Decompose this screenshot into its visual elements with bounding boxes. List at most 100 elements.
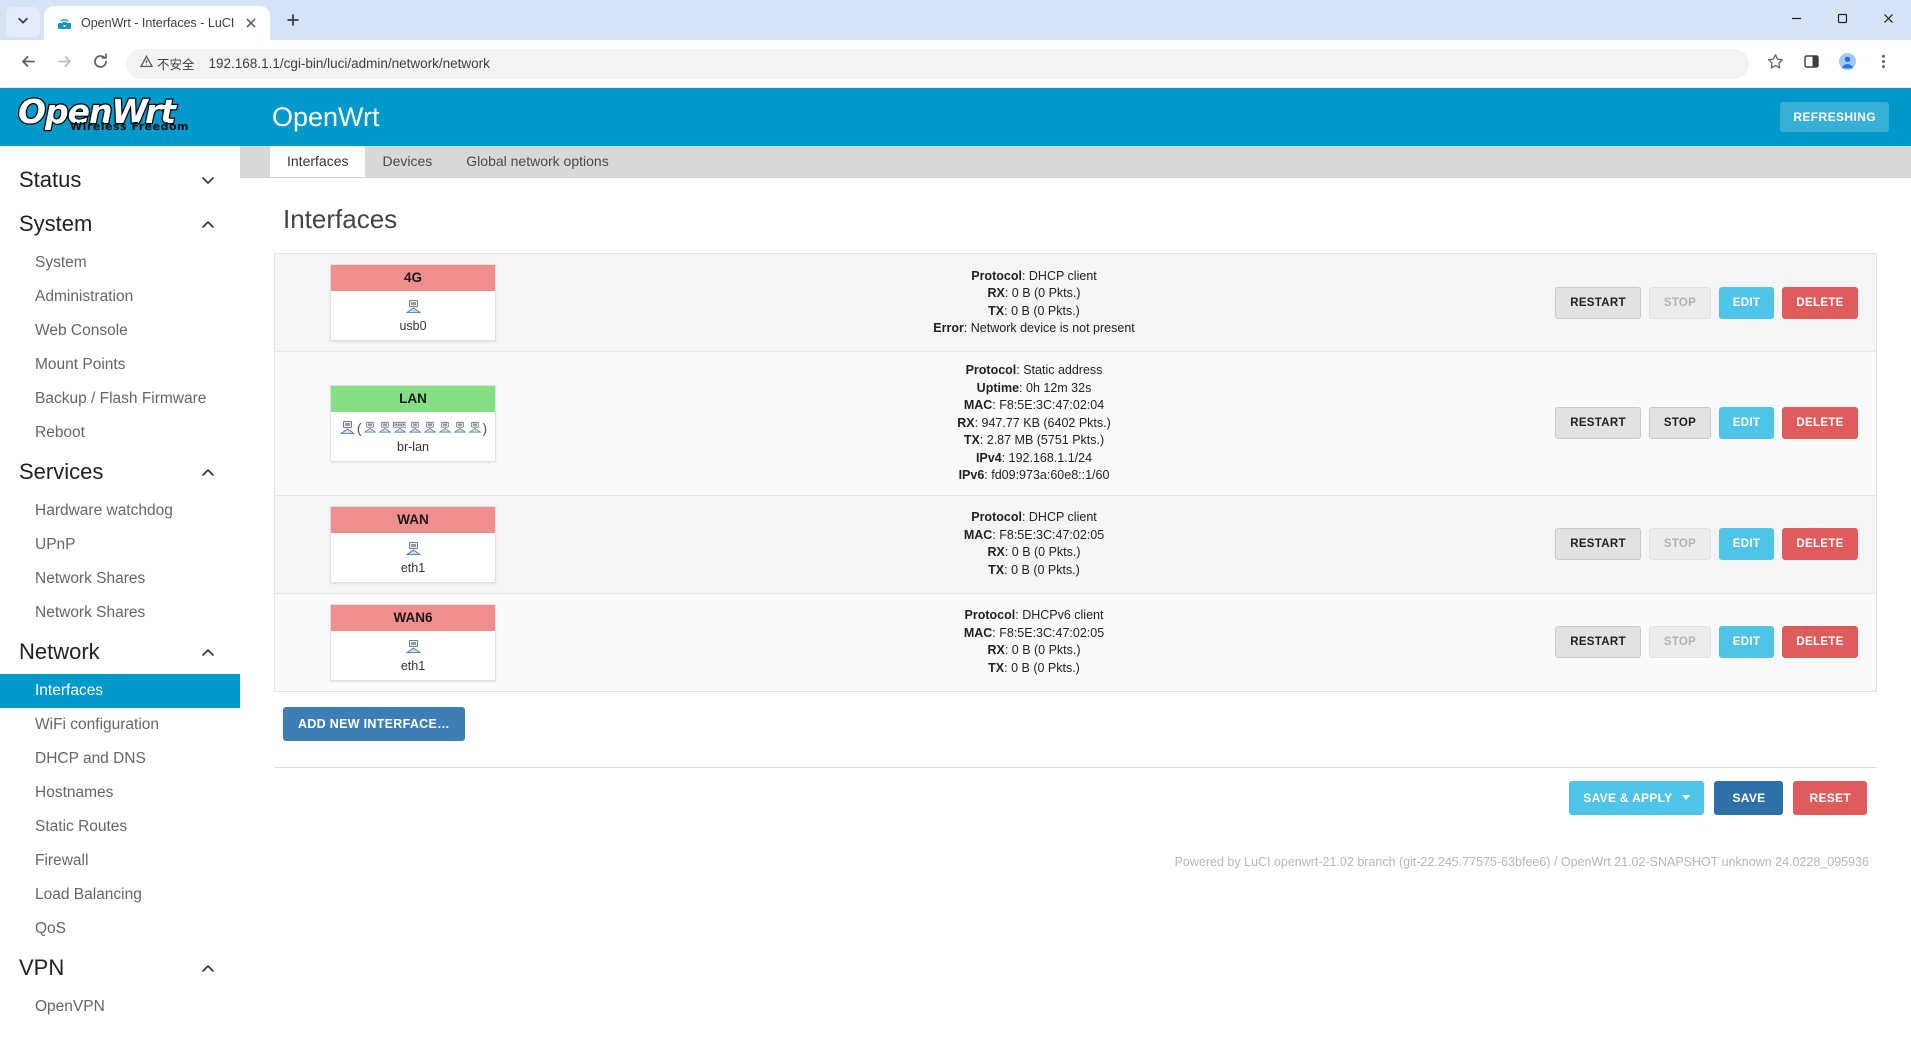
chevron-up-icon [200, 644, 216, 660]
browser-tab[interactable]: OpenWrt - Interfaces - LuCI [44, 6, 271, 40]
sidebar-item-hardware-watchdog[interactable]: Hardware watchdog [0, 494, 240, 528]
restart-button[interactable]: RESTART [1555, 626, 1641, 658]
interface-badge[interactable]: 4G usb0 [330, 264, 496, 341]
info-value: F8:5E:3C:47:02:04 [999, 398, 1105, 412]
sidebar-item-backup-flash-firmware[interactable]: Backup / Flash Firmware [0, 382, 240, 416]
sidebar-group-network[interactable]: Network [0, 630, 240, 674]
forward-button[interactable] [48, 48, 80, 80]
restart-button[interactable]: RESTART [1555, 528, 1641, 560]
sidebar-group-label: Network [19, 639, 100, 664]
sidebar-item-reboot[interactable]: Reboot [0, 416, 240, 450]
info-value: Network device is not present [970, 321, 1135, 335]
tab-close-icon[interactable] [242, 14, 260, 32]
sidebar-item-network-shares-2[interactable]: Network Shares [0, 596, 240, 630]
profile-button[interactable] [1831, 48, 1863, 80]
sidebar-item-web-console[interactable]: Web Console [0, 314, 240, 348]
chevron-up-icon [200, 960, 216, 976]
sidebar-item-hostnames[interactable]: Hostnames [0, 776, 240, 810]
interface-badge-cell: 4G usb0 [283, 264, 543, 341]
plus-icon [286, 13, 300, 32]
interface-badge[interactable]: WAN6 eth1 [330, 603, 496, 681]
sidebar-item-openvpn[interactable]: OpenVPN [0, 990, 240, 1024]
tab-devices[interactable]: Devices [365, 146, 449, 177]
tab-search-button[interactable] [6, 7, 40, 37]
device-icons [335, 538, 491, 560]
restart-button[interactable]: RESTART [1555, 286, 1641, 319]
delete-button[interactable]: DELETE [1782, 286, 1858, 319]
logo-sub-text: Wireless Freedom [70, 120, 189, 133]
edit-button[interactable]: EDIT [1719, 528, 1774, 560]
reset-button[interactable]: RESET [1793, 780, 1867, 815]
page-body: OpenWrt Wireless Freedom Status System S… [0, 88, 1911, 1041]
sidebar-item-firewall[interactable]: Firewall [0, 844, 240, 878]
window-controls [1773, 0, 1911, 40]
tab-interfaces[interactable]: Interfaces [270, 146, 366, 177]
interface-device-name: eth1 [400, 560, 426, 575]
save-button[interactable]: SAVE [1714, 780, 1784, 815]
sidebar-item-qos[interactable]: QoS [0, 912, 240, 946]
tab-global-network-options[interactable]: Global network options [449, 146, 625, 177]
new-tab-button[interactable] [278, 7, 308, 37]
stop-button[interactable]: STOP [1649, 407, 1711, 440]
minimize-icon [1791, 11, 1802, 29]
sidebar-item-network-shares-1[interactable]: Network Shares [0, 562, 240, 596]
interface-name: 4G [331, 265, 495, 291]
edit-button[interactable]: EDIT [1719, 407, 1774, 440]
edit-button[interactable]: EDIT [1719, 286, 1774, 319]
sidebar-group-system[interactable]: System [0, 202, 240, 246]
sidebar-group-status[interactable]: Status [0, 158, 240, 202]
sidebar-item-static-routes[interactable]: Static Routes [0, 810, 240, 844]
window-close-button[interactable] [1865, 0, 1911, 40]
refreshing-button[interactable]: REFRESHING [1780, 102, 1889, 132]
site-security-indicator[interactable]: 不安全 [139, 54, 195, 73]
sidebar-group-services[interactable]: Services [0, 450, 240, 494]
info-value: DHCP client [1028, 510, 1097, 524]
save-and-apply-button[interactable]: SAVE & APPLY [1569, 780, 1705, 815]
sidebar-item-system[interactable]: System [0, 246, 240, 280]
edit-button[interactable]: EDIT [1719, 626, 1774, 658]
sidebar-item-load-balancing[interactable]: Load Balancing [0, 878, 240, 912]
info-key: MAC [963, 527, 993, 542]
delete-button[interactable]: DELETE [1782, 626, 1858, 658]
info-value: 0 B (0 Pkts.) [1011, 303, 1080, 318]
info-value: fd09:973a:60e8::1/60 [991, 468, 1110, 482]
sidebar-item-administration[interactable]: Administration [0, 280, 240, 314]
window-minimize-button[interactable] [1773, 0, 1819, 40]
delete-button[interactable]: DELETE [1782, 407, 1858, 440]
interface-badge[interactable]: WAN eth1 [330, 505, 496, 583]
sidebar-group-vpn[interactable]: VPN [0, 946, 240, 990]
chevron-down-icon [16, 13, 30, 32]
ethernet-device-icon [405, 299, 422, 315]
main-scroll-region: Interfaces 4G usb0 Protocol: DHCP client… [240, 178, 1911, 1041]
interface-name: LAN [331, 385, 495, 412]
add-new-interface-button[interactable]: ADD NEW INTERFACE… [283, 706, 465, 741]
interface-badge[interactable]: LAN () br-lan [330, 384, 496, 462]
table-row: 4G usb0 Protocol: DHCP client RX: 0 B (0… [275, 254, 1876, 352]
chrome-menu-button[interactable] [1867, 48, 1899, 80]
side-panel-button[interactable] [1795, 48, 1827, 80]
interface-badge-cell: WAN eth1 [283, 505, 543, 583]
bookmark-button[interactable] [1759, 48, 1791, 80]
device-icons: ( ) [335, 417, 491, 439]
sidebar: OpenWrt Wireless Freedom Status System S… [0, 88, 240, 1041]
chevron-up-icon [200, 216, 216, 232]
sidebar-item-interfaces[interactable]: Interfaces [0, 674, 240, 708]
back-button[interactable] [12, 48, 44, 80]
address-bar[interactable]: 不安全 192.168.1.1/cgi-bin/luci/admin/netwo… [126, 48, 1749, 79]
window-maximize-button[interactable] [1819, 0, 1865, 40]
sidebar-item-mount-points[interactable]: Mount Points [0, 348, 240, 382]
info-value: F8:5E:3C:47:02:05 [999, 527, 1105, 542]
security-label: 不安全 [157, 58, 195, 72]
table-row: LAN () br-lan Protocol: Static address … [275, 352, 1876, 496]
sidebar-group-label: System [19, 211, 93, 236]
ethernet-device-icon [408, 421, 422, 435]
reload-button[interactable] [84, 48, 116, 80]
info-key: RX [987, 286, 1005, 300]
sidebar-item-wifi-configuration[interactable]: WiFi configuration [0, 708, 240, 742]
sidebar-item-dhcp-and-dns[interactable]: DHCP and DNS [0, 742, 240, 776]
content-tabs: Interfaces Devices Global network option… [240, 146, 1911, 178]
sidebar-item-upnp[interactable]: UPnP [0, 528, 240, 562]
delete-button[interactable]: DELETE [1782, 528, 1858, 560]
restart-button[interactable]: RESTART [1555, 407, 1641, 440]
ethernet-device-icon [468, 421, 482, 435]
